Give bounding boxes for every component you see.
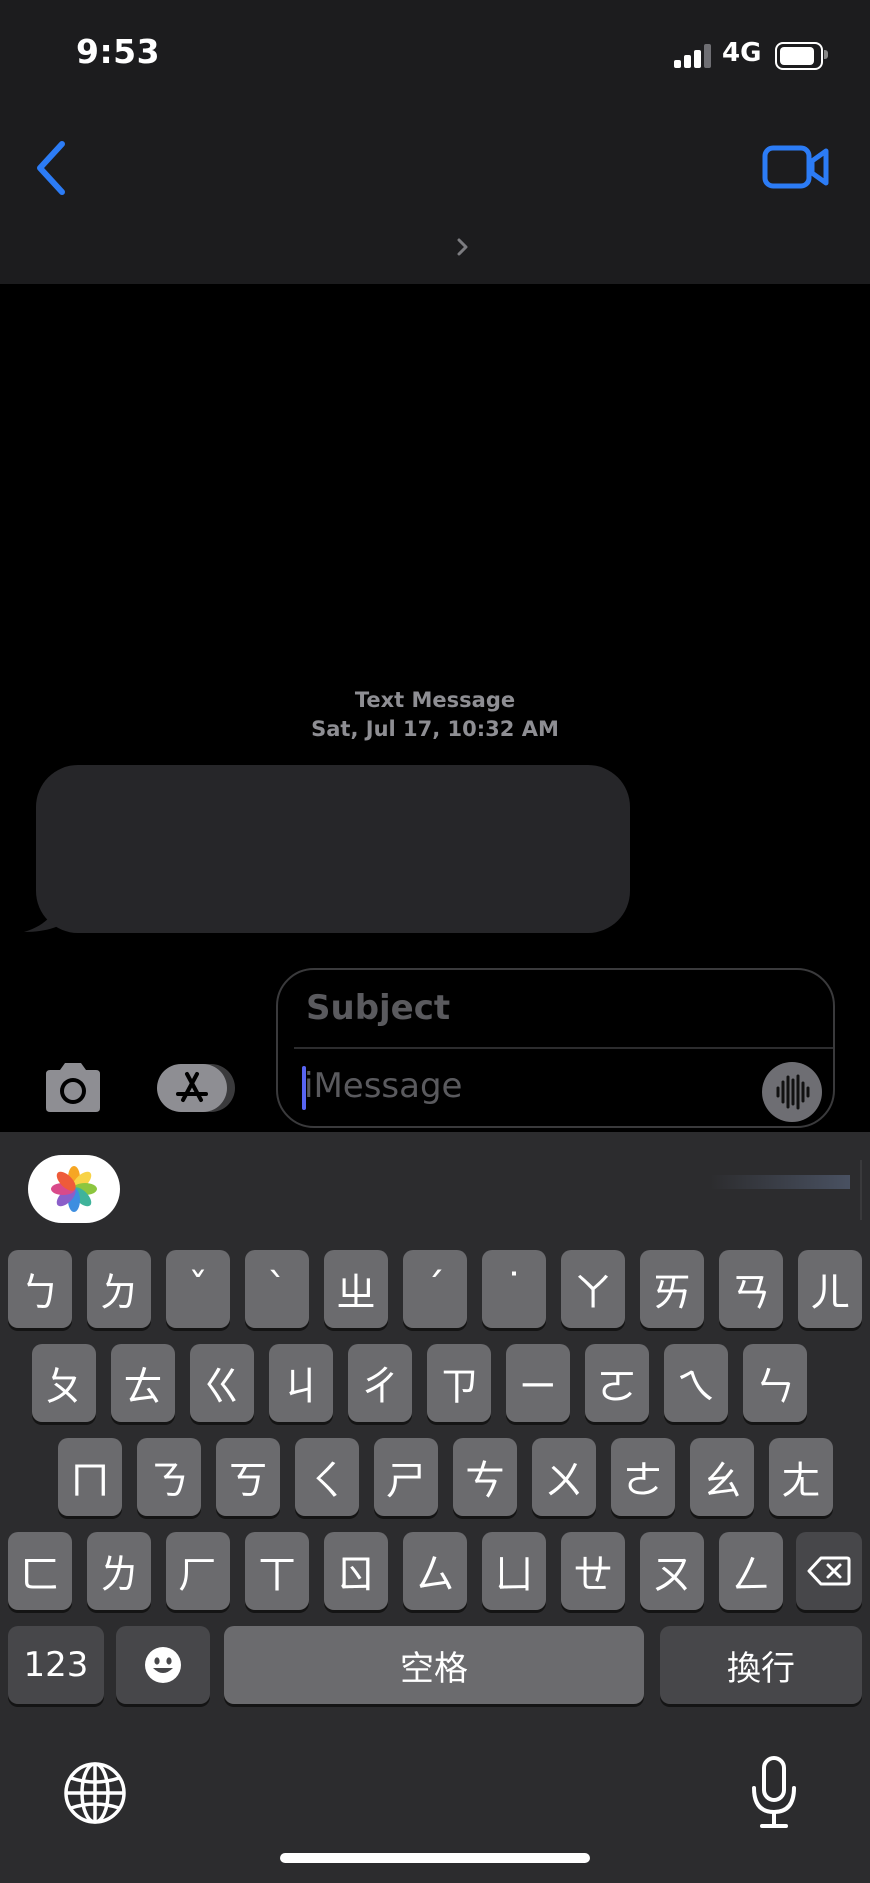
key-4-5[interactable]: ㄖ <box>324 1532 388 1610</box>
key-3-10[interactable]: ㄤ <box>769 1438 833 1516</box>
key-2-2[interactable]: ㄊ <box>111 1344 175 1422</box>
key-1-10[interactable]: ㄢ <box>719 1250 783 1328</box>
key-1-7[interactable]: ˙ <box>482 1250 546 1328</box>
contact-details-chevron[interactable] <box>450 232 474 262</box>
app-strip-edge <box>860 1160 862 1220</box>
key-4-2[interactable]: ㄌ <box>87 1532 151 1610</box>
key-2-7[interactable]: ㄧ <box>506 1344 570 1422</box>
back-button[interactable] <box>30 138 78 198</box>
photos-app-button[interactable] <box>28 1155 120 1223</box>
key-4-9[interactable]: ㄡ <box>640 1532 704 1610</box>
key-3-4[interactable]: ㄑ <box>295 1438 359 1516</box>
key-3-5[interactable]: ㄕ <box>374 1438 438 1516</box>
key-2-6[interactable]: ㄗ <box>427 1344 491 1422</box>
key-2-4[interactable]: ㄐ <box>269 1344 333 1422</box>
key-3-8[interactable]: ㄜ <box>611 1438 675 1516</box>
space-key[interactable]: 空格 <box>224 1626 644 1704</box>
key-2-5[interactable]: ㄔ <box>348 1344 412 1422</box>
key-1-5[interactable]: ㄓ <box>324 1250 388 1328</box>
message-type-label: Text Message <box>354 688 516 712</box>
key-2-9[interactable]: ㄟ <box>664 1344 728 1422</box>
key-1-2[interactable]: ㄉ <box>87 1250 151 1328</box>
key-2-3[interactable]: ㄍ <box>190 1344 254 1422</box>
composer-divider <box>294 1047 833 1049</box>
home-indicator <box>280 1853 590 1863</box>
delete-backward-icon <box>807 1556 851 1586</box>
app-store-icon <box>157 1064 235 1112</box>
audio-message-button[interactable] <box>762 1062 822 1122</box>
text-cursor <box>302 1066 306 1110</box>
key-4-8[interactable]: ㄝ <box>561 1532 625 1610</box>
video-camera-icon <box>762 145 829 189</box>
status-time: 9:53 <box>76 32 161 71</box>
key-1-3[interactable]: ˇ <box>166 1250 230 1328</box>
imessage-input[interactable] <box>304 1066 744 1106</box>
key-3-2[interactable]: ㄋ <box>137 1438 201 1516</box>
camera-icon <box>46 1063 100 1112</box>
globe-button[interactable] <box>62 1760 128 1826</box>
key-2-8[interactable]: ㄛ <box>585 1344 649 1422</box>
app-store-button[interactable] <box>155 1060 237 1116</box>
message-timestamp: Text Message Sat, Jul 17, 10:32 AM <box>0 686 870 744</box>
key-1-9[interactable]: ㄞ <box>640 1250 704 1328</box>
chevron-right-icon <box>457 238 468 256</box>
key-1-11[interactable]: ㄦ <box>798 1250 862 1328</box>
message-composer[interactable]: Subject <box>276 968 835 1128</box>
globe-icon <box>64 1762 126 1824</box>
key-1-6[interactable]: ˊ <box>403 1250 467 1328</box>
key-4-6[interactable]: ㄙ <box>403 1532 467 1610</box>
numbers-key[interactable]: 123 <box>8 1626 104 1704</box>
emoji-key[interactable] <box>116 1626 210 1704</box>
key-1-8[interactable]: ㄚ <box>561 1250 625 1328</box>
microphone-icon <box>752 1756 796 1828</box>
dictation-button[interactable] <box>748 1756 800 1830</box>
key-2-10[interactable]: ㄣ <box>743 1344 807 1422</box>
camera-button[interactable] <box>40 1060 106 1116</box>
photos-icon <box>51 1166 97 1212</box>
key-3-7[interactable]: ㄨ <box>532 1438 596 1516</box>
received-message-bubble[interactable] <box>36 765 630 933</box>
key-3-9[interactable]: ㄠ <box>690 1438 754 1516</box>
key-1-4[interactable]: ˋ <box>245 1250 309 1328</box>
network-type: 4G <box>722 38 762 68</box>
key-4-7[interactable]: ㄩ <box>482 1532 546 1610</box>
key-3-1[interactable]: ㄇ <box>58 1438 122 1516</box>
key-4-3[interactable]: ㄏ <box>166 1532 230 1610</box>
emoji-icon <box>145 1647 181 1683</box>
waveform-icon <box>776 1074 810 1110</box>
key-4-1[interactable]: ㄈ <box>8 1532 72 1610</box>
key-2-1[interactable]: ㄆ <box>32 1344 96 1422</box>
chevron-left-icon <box>37 141 65 195</box>
key-3-3[interactable]: ㄎ <box>216 1438 280 1516</box>
subject-field[interactable]: Subject <box>306 988 450 1028</box>
message-date: Sat, Jul 17, 10:32 AM <box>311 717 559 741</box>
battery-tip <box>824 50 828 59</box>
delete-key[interactable] <box>796 1532 862 1610</box>
key-4-10[interactable]: ㄥ <box>719 1532 783 1610</box>
key-4-4[interactable]: ㄒ <box>245 1532 309 1610</box>
key-3-6[interactable]: ㄘ <box>453 1438 517 1516</box>
facetime-video-button[interactable] <box>760 142 832 192</box>
key-1-1[interactable]: ㄅ <box>8 1250 72 1328</box>
cell-signal-icon <box>674 44 714 68</box>
return-key[interactable]: 換行 <box>660 1626 862 1704</box>
battery-icon <box>775 42 823 70</box>
app-strip-fade <box>710 1175 850 1189</box>
